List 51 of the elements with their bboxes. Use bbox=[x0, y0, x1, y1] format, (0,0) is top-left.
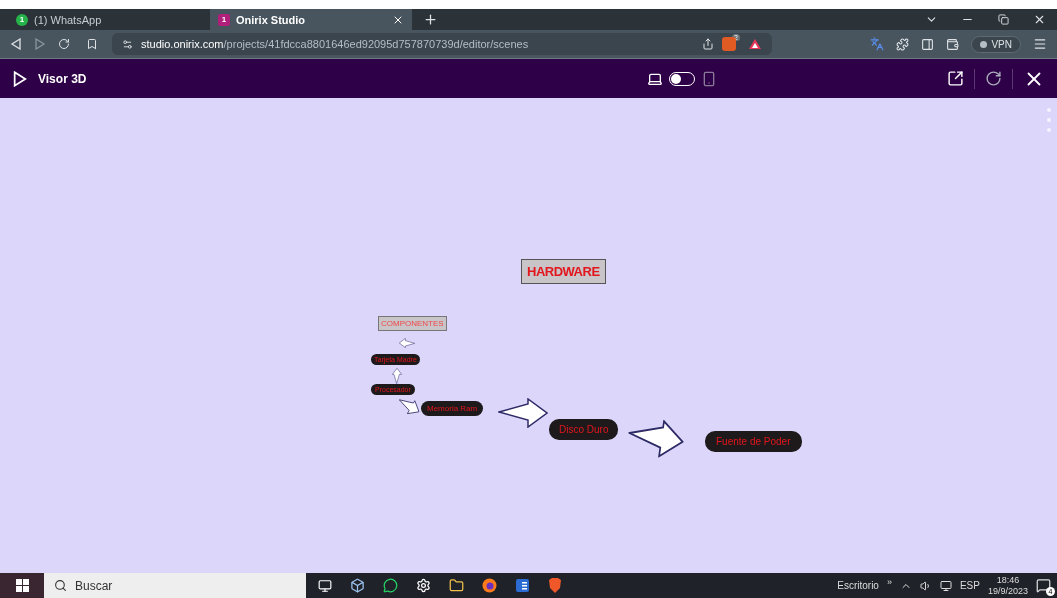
back-icon[interactable] bbox=[10, 38, 22, 50]
browser-tab[interactable]: 1 Onirix Studio bbox=[210, 9, 412, 30]
vpn-button[interactable]: VPN bbox=[971, 35, 1021, 53]
folder-icon[interactable] bbox=[449, 578, 464, 593]
reload-icon[interactable] bbox=[985, 70, 1002, 87]
menu-icon[interactable] bbox=[1033, 37, 1047, 51]
restore-icon[interactable] bbox=[997, 14, 1009, 25]
start-button[interactable] bbox=[0, 573, 44, 598]
cube-icon[interactable] bbox=[350, 578, 365, 593]
component-label: Disco Duro bbox=[549, 419, 619, 440]
external-link-icon[interactable] bbox=[947, 70, 964, 87]
sidebar-icon[interactable] bbox=[921, 37, 935, 51]
desktop-label[interactable]: Escritorio bbox=[837, 580, 879, 591]
triangle-icon[interactable] bbox=[748, 38, 762, 50]
speaker-icon[interactable] bbox=[919, 579, 932, 592]
browser-tab[interactable]: 1 (1) WhatsApp bbox=[8, 9, 210, 30]
tab-title: (1) WhatsApp bbox=[34, 13, 103, 26]
component-label: Fuente de Poder bbox=[705, 431, 802, 452]
chat-icon: 1 bbox=[16, 13, 28, 26]
search-icon[interactable] bbox=[54, 579, 67, 592]
play-icon[interactable] bbox=[12, 70, 28, 87]
share-icon[interactable] bbox=[702, 38, 715, 50]
more-chevron[interactable]: » bbox=[886, 576, 892, 587]
chat-icon[interactable] bbox=[383, 578, 398, 593]
wallet-icon[interactable] bbox=[946, 37, 960, 51]
taskbar-search-field[interactable]: Buscar bbox=[44, 573, 306, 598]
app-icon: 1 bbox=[218, 13, 230, 26]
settings-icon[interactable] bbox=[416, 578, 431, 593]
shield-icon[interactable] bbox=[722, 37, 737, 51]
forward-icon[interactable] bbox=[34, 38, 46, 50]
arrow-shape bbox=[392, 368, 402, 384]
viewer-title: Visor 3D bbox=[38, 71, 87, 86]
heading-sign: COMPONENTES bbox=[378, 316, 447, 331]
new-tab-icon[interactable] bbox=[422, 12, 438, 27]
message-icon bbox=[1036, 578, 1051, 593]
extensions-icon[interactable] bbox=[896, 37, 910, 51]
arrow-shape bbox=[399, 338, 415, 348]
task-view-icon[interactable] bbox=[318, 578, 332, 593]
search-placeholder: Buscar bbox=[75, 578, 113, 593]
network-icon[interactable] bbox=[939, 579, 952, 592]
language-indicator[interactable]: ESP bbox=[959, 580, 980, 591]
arrow-shape bbox=[498, 398, 548, 428]
document-icon[interactable] bbox=[515, 578, 530, 593]
clock[interactable]: 18:46 19/9/2023 bbox=[987, 574, 1028, 597]
component-label: Memoria Ram bbox=[421, 401, 484, 416]
bookmark-icon[interactable] bbox=[86, 38, 98, 50]
title-sign: HARDWARE bbox=[521, 259, 606, 284]
tab-title: Onirix Studio bbox=[236, 13, 307, 26]
site-settings-icon[interactable] bbox=[122, 38, 133, 50]
url-text: studio.onirix.com/projects/41fdcca8801646ed92095d757870739d/editor/scenes bbox=[141, 38, 530, 50]
windows-icon bbox=[15, 579, 29, 592]
